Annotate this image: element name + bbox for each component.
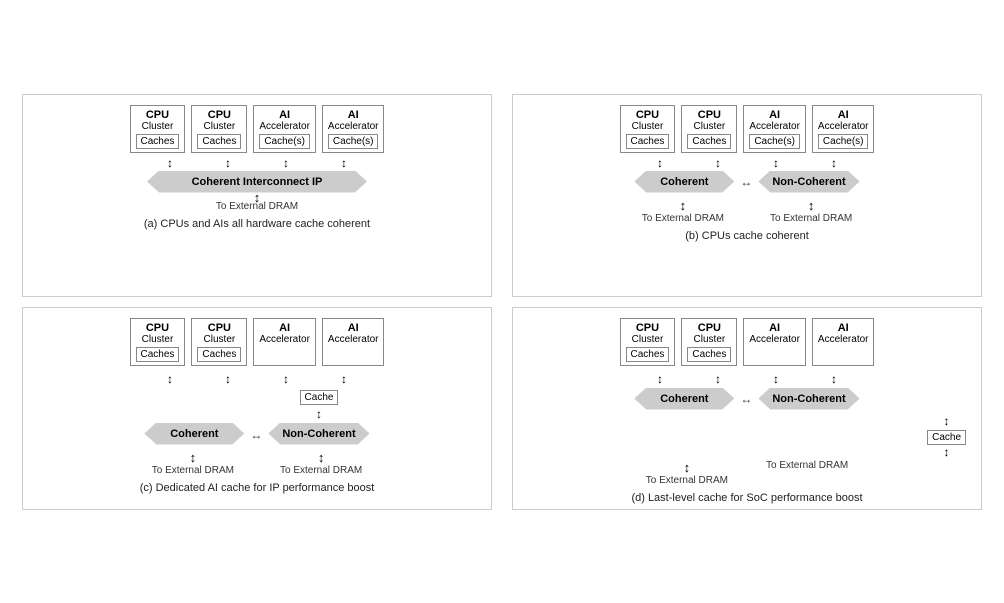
ai1-cache: Cache(s) [259, 134, 310, 149]
ai1-title: AI [279, 109, 290, 121]
cpu2-title: CPU [208, 109, 231, 121]
vert-arrows-b: ↕ ↕ ↕ ↕ [634, 157, 860, 169]
dram-a: To External DRAM [216, 201, 298, 212]
diagram-c: CPU Cluster Caches CPU Cluster Caches AI… [22, 307, 492, 510]
cluster-ai1-d: AI Accelerator [743, 318, 806, 366]
cluster-ai1-b: AI Accelerator Cache(s) [743, 105, 806, 153]
cluster-cpu2-c: CPU Cluster Caches [191, 318, 247, 366]
ai1-subtitle: Accelerator [259, 121, 310, 132]
caption-c: (c) Dedicated AI cache for IP performanc… [140, 482, 375, 494]
cluster-ai2-b: AI Accelerator Cache(s) [812, 105, 875, 153]
cluster-cpu1-b: CPU Cluster Caches [620, 105, 676, 153]
clusters-row-a: CPU Cluster Caches CPU Cluster Caches AI… [130, 105, 385, 153]
cluster-ai1-a: AI Accelerator Cache(s) [253, 105, 316, 153]
coherent-d: Coherent [634, 388, 734, 410]
diagram-d: CPU Cluster Caches CPU Cluster Caches AI… [512, 307, 982, 510]
caption-b: (b) CPUs cache coherent [685, 230, 809, 242]
va4: ↕ [318, 157, 370, 169]
two-banners-b: Coherent ↔ Non-Coherent [634, 169, 859, 195]
dram-row-d: ↕ To External DRAM To External DRAM [646, 460, 849, 486]
clusters-row-c: CPU Cluster Caches CPU Cluster Caches AI… [130, 318, 385, 366]
cluster-ai2-c: AI Accelerator [322, 318, 385, 366]
ai2-cache: Cache(s) [328, 134, 379, 149]
cluster-cpu2-a: CPU Cluster Caches [191, 105, 247, 153]
cluster-ai2-d: AI Accelerator [812, 318, 875, 366]
noncoherent-b: Non-Coherent [758, 171, 859, 193]
cluster-cpu2-b: CPU Cluster Caches [681, 105, 737, 153]
cpu1-title: CPU [146, 109, 169, 121]
vert-arrows-d: ↕ ↕ ↕ ↕ [634, 372, 860, 386]
caption-d: (d) Last-level cache for SoC performance… [631, 492, 862, 504]
horiz-arrow-b: ↔ [740, 175, 752, 189]
noncoherent-d: Non-Coherent [758, 388, 859, 410]
cpu1-cache: Caches [136, 134, 180, 149]
cpu2-subtitle: Cluster [204, 121, 236, 132]
cluster-cpu1-c: CPU Cluster Caches [130, 318, 186, 366]
va2: ↕ [202, 157, 254, 169]
diagram-b: CPU Cluster Caches CPU Cluster Caches AI… [512, 94, 982, 297]
cluster-ai2-a: AI Accelerator Cache(s) [322, 105, 385, 153]
diagram-a: CPU Cluster Caches CPU Cluster Caches AI… [22, 94, 492, 297]
vert-arrows-a: ↕ ↕ ↕ ↕ [144, 157, 370, 169]
main-container: CPU Cluster Caches CPU Cluster Caches AI… [22, 94, 982, 510]
cpu2-cache: Caches [197, 134, 241, 149]
bottom-cache-d: Cache [927, 430, 966, 445]
cluster-cpu1-a: CPU Cluster Caches [130, 105, 186, 153]
dram-arrows-b: ↕ To External DRAM ↕ To External DRAM [642, 198, 853, 224]
caption-a: (a) CPUs and AIs all hardware cache cohe… [144, 218, 370, 230]
va1: ↕ [144, 157, 196, 169]
two-banners-d: Coherent ↔ Non-Coherent [634, 386, 859, 412]
banner-row-c: Coherent ↔ Cache ↕ Non-Coherent [144, 388, 369, 447]
dram-text-a: To External DRAM [216, 201, 298, 212]
mid-cache-c: Cache [300, 390, 339, 405]
va3: ↕ [260, 157, 312, 169]
cluster-ai1-c: AI Accelerator [253, 318, 316, 366]
ai2-subtitle: Accelerator [328, 121, 379, 132]
mid-row-c: ↕ ↕ ↕ ↕ [28, 372, 486, 386]
coherent-c: Coherent [144, 423, 244, 445]
clusters-row-d: CPU Cluster Caches CPU Cluster Caches AI… [620, 318, 875, 366]
ai2-title: AI [348, 109, 359, 121]
cluster-cpu2-d: CPU Cluster Caches [681, 318, 737, 366]
cluster-cpu1-d: CPU Cluster Caches [620, 318, 676, 366]
interconnect-a: Coherent Interconnect IP [147, 171, 367, 193]
noncoherent-c: Non-Coherent [268, 423, 369, 445]
dram-row-c: ↕ To External DRAM ↕ To External DRAM [152, 450, 363, 476]
coherent-b: Coherent [634, 171, 734, 193]
clusters-row-b: CPU Cluster Caches CPU Cluster Caches AI… [620, 105, 875, 153]
cpu1-subtitle: Cluster [142, 121, 174, 132]
